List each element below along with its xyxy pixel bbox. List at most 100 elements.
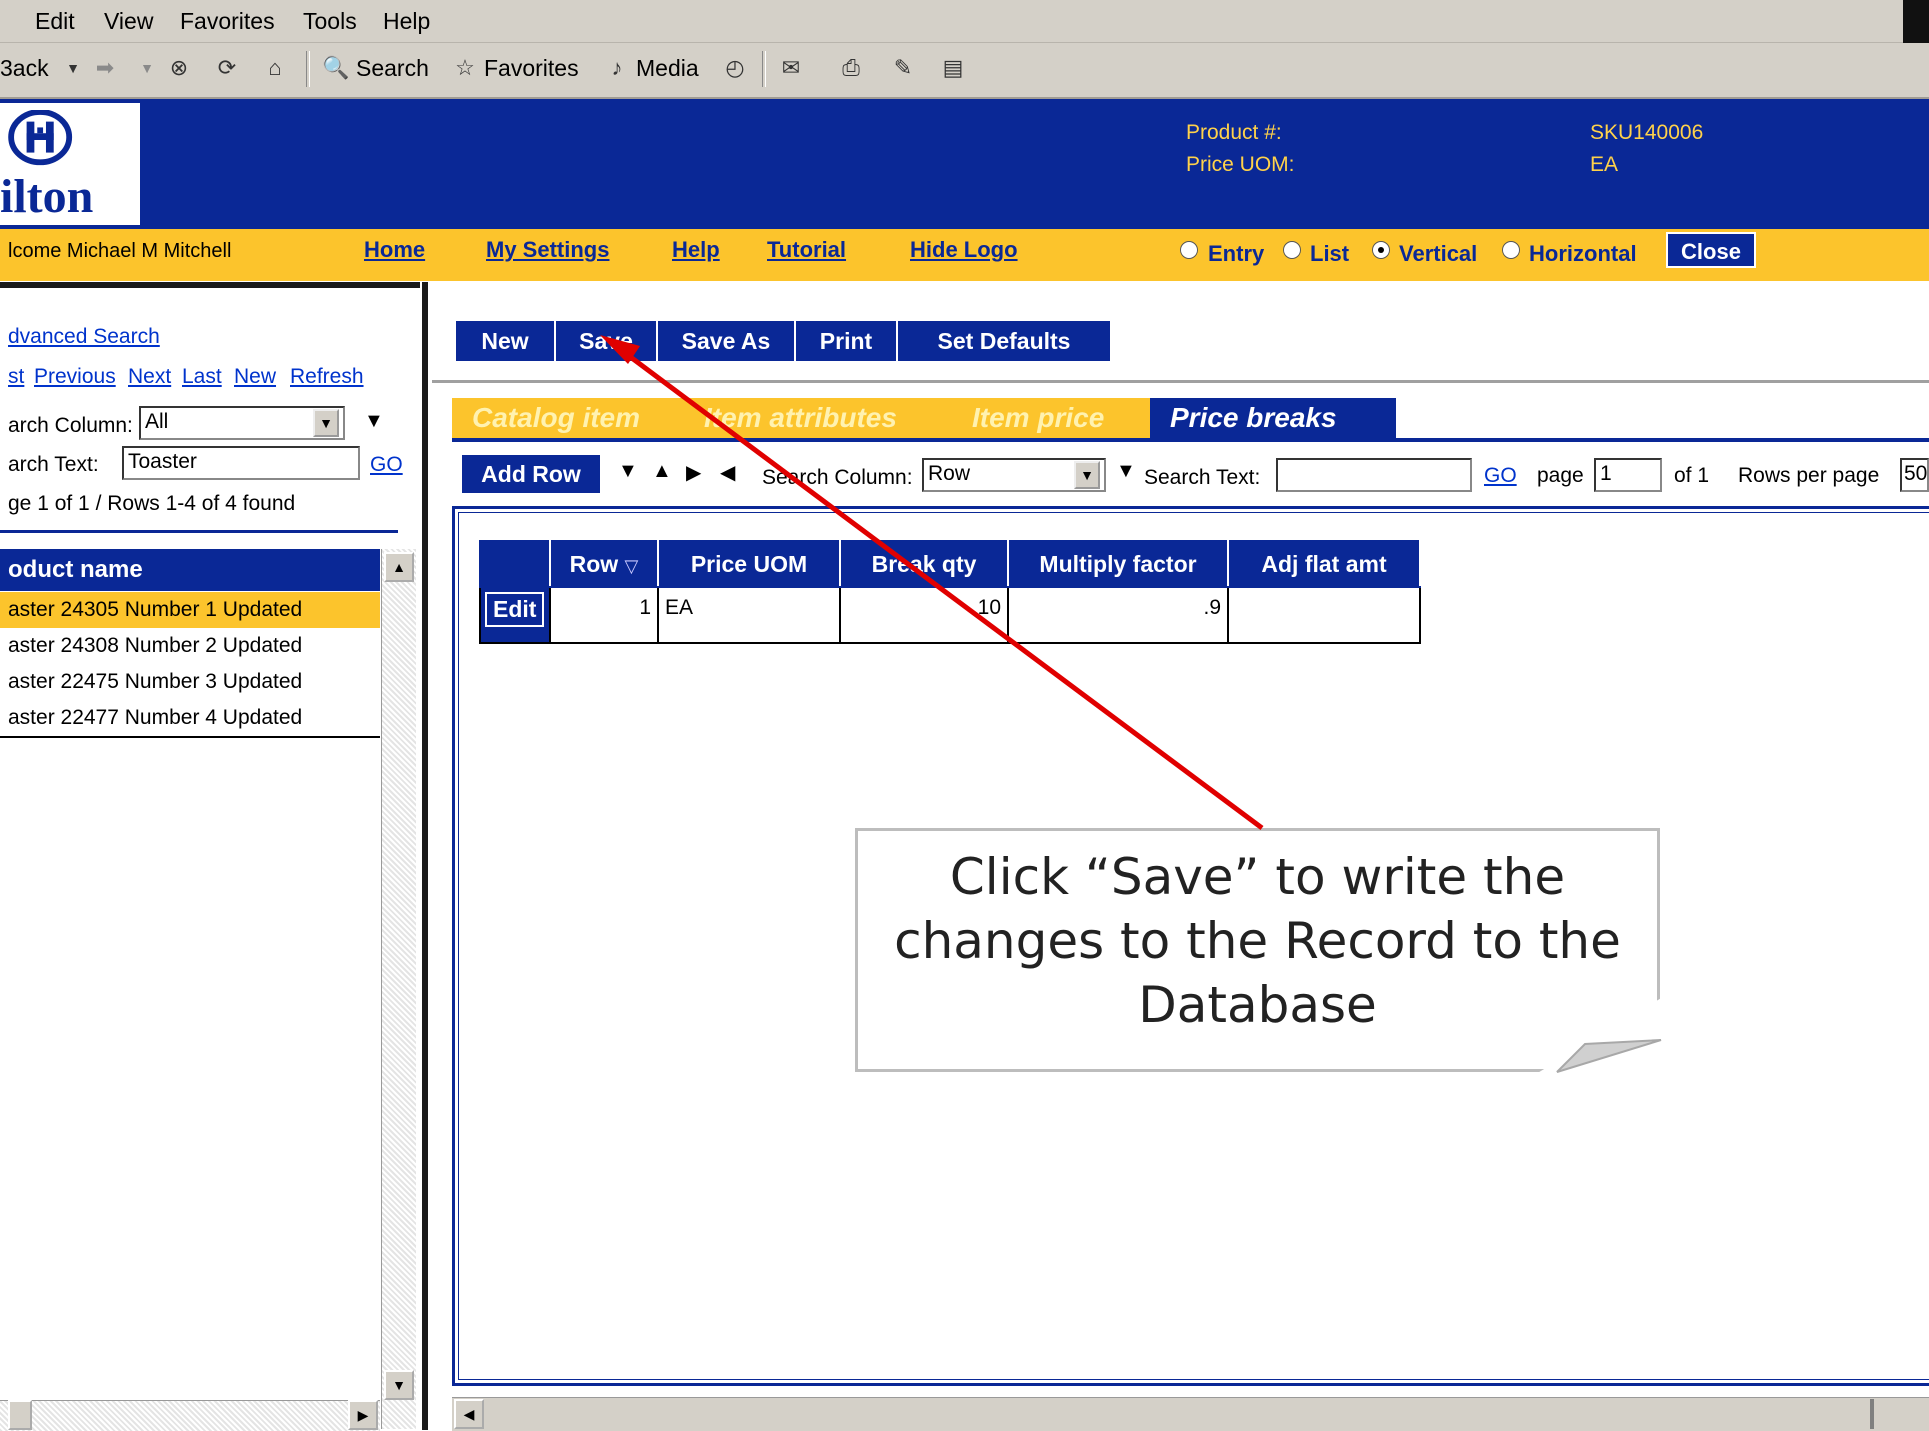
menu-edit[interactable]: Edit	[35, 8, 75, 35]
previous-link[interactable]: Previous	[34, 365, 116, 389]
edit-cell: Edit	[479, 586, 551, 644]
list-item[interactable]: aster 24308 Number 2 Updated	[0, 628, 380, 664]
list-item-label: aster 24305 Number 1 Updated	[8, 598, 303, 621]
nav-my-settings-link[interactable]: My Settings	[486, 237, 609, 263]
media-button[interactable]: Media	[636, 55, 699, 82]
media-icon[interactable]: ♪	[604, 55, 630, 81]
content-scroll-left-icon[interactable]: ◀	[454, 1399, 484, 1429]
add-row-button[interactable]: Add Row	[462, 455, 600, 493]
left-scrollbar[interactable]	[381, 549, 416, 1429]
table-header-row: Row ▽ Price UOM Break qty Multiply facto…	[479, 540, 1421, 588]
view-radio-vertical[interactable]	[1372, 241, 1390, 259]
left-horizontal-scrollbar[interactable]	[0, 1400, 380, 1431]
rows-per-page-input[interactable]: 50	[1900, 458, 1929, 492]
last-link[interactable]: Last	[182, 365, 222, 389]
menu-help[interactable]: Help	[383, 8, 430, 35]
nav-home-link[interactable]: Home	[364, 237, 425, 263]
refresh-link[interactable]: Refresh	[290, 365, 364, 389]
tab-item-price[interactable]: Item price	[952, 398, 1164, 438]
view-radio-list[interactable]	[1283, 241, 1301, 259]
print-icon[interactable]: ⎙	[838, 55, 864, 81]
discuss-icon[interactable]: ▤	[940, 55, 966, 81]
column-header-break-qty[interactable]: Break qty	[839, 540, 1009, 588]
stop-icon[interactable]: ⊗	[166, 55, 192, 81]
scroll-down-icon[interactable]: ▼	[384, 1370, 414, 1400]
list-item[interactable]: aster 22477 Number 4 Updated	[0, 700, 380, 738]
price-uom-value: EA	[1590, 153, 1619, 176]
grid-go-link[interactable]: GO	[1484, 464, 1517, 488]
left-hscroll-thumb[interactable]	[8, 1400, 32, 1430]
home-icon[interactable]: ⌂	[262, 55, 288, 81]
cell-price-uom[interactable]: EA	[657, 586, 841, 644]
list-item[interactable]: aster 22475 Number 3 Updated	[0, 664, 380, 700]
price-uom-label: Price UOM:	[1186, 153, 1295, 176]
back-button[interactable]: 3ack	[0, 55, 49, 82]
view-radio-entry[interactable]	[1180, 241, 1198, 259]
menu-favorites[interactable]: Favorites	[180, 8, 275, 35]
new-link[interactable]: New	[234, 365, 276, 389]
save-as-button[interactable]: Save As	[658, 321, 796, 361]
favorites-button[interactable]: Favorites	[484, 55, 579, 82]
nav-help-link[interactable]: Help	[672, 237, 720, 263]
move-right-icon[interactable]: ▶	[686, 460, 701, 485]
next-link[interactable]: Next	[128, 365, 171, 389]
grid-search-column-dropdown-icon[interactable]: ▼	[1074, 461, 1100, 489]
tab-item-attributes[interactable]: Item attributes	[684, 398, 966, 438]
search-button[interactable]: Search	[356, 55, 429, 82]
menu-tools[interactable]: Tools	[303, 8, 357, 35]
forward-icon[interactable]: ➡	[92, 55, 118, 81]
move-up-icon[interactable]: ▲	[652, 460, 672, 483]
close-button[interactable]: Close	[1666, 232, 1756, 268]
callout-fold-icon	[1556, 1039, 1662, 1073]
tab-catalog-item[interactable]: Catalog item	[452, 398, 698, 438]
grid-search-text-input[interactable]	[1276, 458, 1472, 492]
move-down-icon[interactable]: ▼	[618, 460, 638, 483]
list-item[interactable]: aster 24305 Number 1 Updated	[0, 592, 380, 628]
back-dropdown-icon[interactable]: ▼	[60, 55, 86, 81]
forward-dropdown-icon[interactable]: ▼	[134, 55, 160, 81]
nav-tutorial-link[interactable]: Tutorial	[767, 237, 846, 263]
refresh-icon[interactable]: ⟳	[214, 55, 240, 81]
search-go-link[interactable]: GO	[370, 453, 403, 477]
move-left-icon[interactable]: ◀	[720, 460, 735, 485]
history-icon[interactable]: ◴	[722, 55, 748, 81]
mail-icon[interactable]: ✉	[778, 55, 804, 81]
search-icon[interactable]: 🔍	[322, 55, 349, 81]
grid-page-input[interactable]: 1	[1594, 458, 1662, 492]
menu-bar: Edit View Favorites Tools Help	[0, 0, 1929, 43]
save-button[interactable]: Save	[556, 321, 658, 361]
favorites-icon[interactable]: ☆	[452, 55, 478, 81]
advanced-search-link[interactable]: dvanced Search	[8, 325, 160, 349]
menu-view[interactable]: View	[104, 8, 153, 35]
search-column-dropdown-icon[interactable]: ▼	[313, 409, 339, 437]
grid-sort-down-icon[interactable]: ▼	[1116, 460, 1136, 483]
cell-adj-flat-amt[interactable]	[1227, 586, 1421, 644]
column-header-multiply-factor[interactable]: Multiply factor	[1007, 540, 1229, 588]
panel-divider[interactable]	[422, 282, 428, 1430]
column-header-price-uom[interactable]: Price UOM	[657, 540, 841, 588]
view-radio-entry-label: Entry	[1208, 241, 1265, 266]
cell-row[interactable]: 1	[549, 586, 659, 644]
list-item-label: aster 22475 Number 3 Updated	[8, 670, 303, 693]
list-header[interactable]: oduct name	[0, 549, 380, 591]
toolbar-separator	[306, 51, 310, 87]
new-button[interactable]: New	[456, 321, 556, 361]
tab-price-breaks[interactable]: Price breaks	[1150, 398, 1396, 438]
sort-down-icon[interactable]: ▼	[364, 410, 384, 433]
edit-row-button[interactable]: Edit	[485, 592, 545, 627]
cell-multiply-factor[interactable]: .9	[1007, 586, 1229, 644]
edit-icon[interactable]: ✎	[890, 55, 916, 81]
scroll-up-icon[interactable]: ▲	[384, 552, 414, 582]
cell-break-qty[interactable]: 10	[839, 586, 1009, 644]
column-header-adj-flat-amt[interactable]: Adj flat amt	[1227, 540, 1421, 588]
view-radio-horizontal[interactable]	[1502, 241, 1520, 259]
set-defaults-button[interactable]: Set Defaults	[898, 321, 1110, 361]
nav-hide-logo-link[interactable]: Hide Logo	[910, 237, 1018, 263]
column-header-row[interactable]: Row ▽	[549, 540, 659, 588]
first-link[interactable]: st	[8, 365, 24, 389]
search-text-input[interactable]: Toaster	[122, 446, 360, 480]
table-row: Edit 1 EA 10 .9	[479, 586, 1421, 644]
content-horizontal-scrollbar[interactable]	[452, 1397, 1929, 1431]
scroll-right-icon[interactable]: ▶	[348, 1400, 378, 1430]
print-button[interactable]: Print	[796, 321, 898, 361]
